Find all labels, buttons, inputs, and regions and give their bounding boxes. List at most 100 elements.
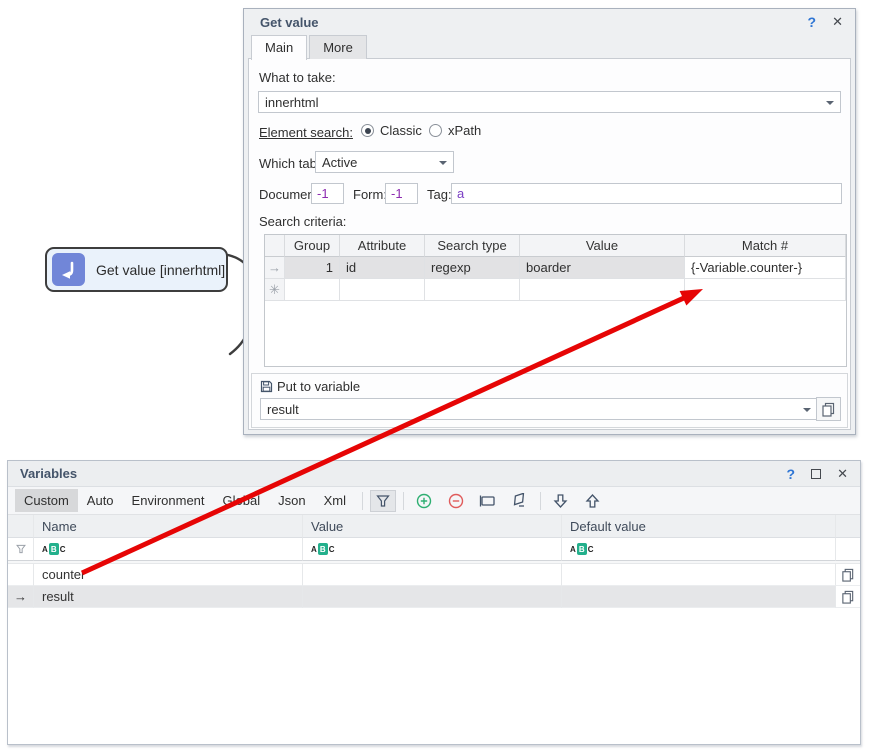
- form-input[interactable]: [385, 183, 418, 204]
- criteria-col-search-type[interactable]: Search type: [425, 235, 520, 257]
- chevron-down-icon: [439, 161, 447, 165]
- column-default-value[interactable]: Default value: [562, 515, 836, 538]
- copy-icon: [821, 402, 836, 417]
- rename-variable-button[interactable]: [475, 490, 501, 512]
- toolbar-separator: [540, 492, 541, 510]
- maximize-icon[interactable]: [811, 469, 821, 479]
- help-icon[interactable]: ?: [787, 466, 796, 482]
- what-to-take-dropdown[interactable]: innerhtml: [258, 91, 841, 113]
- copy-variable-button[interactable]: [816, 397, 841, 421]
- flow-node-get-value[interactable]: Get value [innerhtml]: [45, 247, 228, 292]
- name-filter-input[interactable]: ABC: [34, 538, 303, 561]
- variables-titlebar[interactable]: Variables ? ✕: [8, 461, 860, 487]
- tag-input[interactable]: [451, 183, 842, 204]
- radio-xpath-label: xPath: [448, 123, 481, 138]
- variable-default-cell[interactable]: [562, 564, 836, 586]
- close-icon[interactable]: ✕: [837, 466, 848, 482]
- arrow-up-icon: [585, 493, 600, 509]
- criteria-cell-attribute[interactable]: id: [340, 257, 425, 279]
- radio-classic-icon[interactable]: [361, 124, 374, 137]
- tab-environment[interactable]: Environment: [123, 489, 214, 512]
- variables-panel: Variables ? ✕ Custom Auto Environment Gl…: [7, 460, 861, 745]
- criteria-col-value[interactable]: Value: [520, 235, 685, 257]
- tab-global[interactable]: Global: [214, 489, 270, 512]
- new-row-asterisk-icon: ✳: [265, 279, 285, 301]
- toolbar-separator: [403, 492, 404, 510]
- tab-xml[interactable]: Xml: [315, 489, 355, 512]
- criteria-cell-value[interactable]: boarder: [520, 257, 685, 279]
- radio-classic[interactable]: Classic: [361, 123, 422, 138]
- criteria-selector-header: [265, 235, 285, 257]
- filter-row-icon: [8, 538, 34, 561]
- table-row[interactable]: → result: [8, 586, 860, 608]
- eraser-icon: [511, 493, 528, 508]
- arrow-down-icon: [553, 493, 568, 509]
- what-to-take-value: innerhtml: [265, 95, 318, 110]
- column-name[interactable]: Name: [34, 515, 303, 538]
- search-criteria-table[interactable]: Group Attribute Search type Value Match …: [264, 234, 847, 367]
- put-to-variable-label: Put to variable: [277, 379, 360, 394]
- selector-column-header: [8, 515, 34, 538]
- criteria-col-attribute[interactable]: Attribute: [340, 235, 425, 257]
- criteria-cell-value[interactable]: [520, 279, 685, 301]
- criteria-cell-match[interactable]: {-Variable.counter-}: [685, 257, 846, 279]
- document-input[interactable]: [311, 183, 344, 204]
- which-tab-dropdown[interactable]: Active: [315, 151, 454, 173]
- what-to-take-label: What to take:: [259, 70, 336, 85]
- abc-filter-icon: ABC: [311, 543, 335, 555]
- variable-name-cell[interactable]: result: [34, 586, 303, 608]
- delete-variable-button[interactable]: [443, 490, 469, 512]
- criteria-cell-search-type[interactable]: [425, 279, 520, 301]
- tab-main[interactable]: Main: [251, 35, 307, 60]
- which-tab-label: Which tab:: [259, 156, 320, 171]
- default-filter-input[interactable]: ABC: [562, 538, 836, 561]
- filter-button[interactable]: [370, 490, 396, 512]
- row-selector-arrow-icon: →: [8, 586, 34, 608]
- tab-json[interactable]: Json: [269, 489, 314, 512]
- move-up-button[interactable]: [580, 490, 606, 512]
- variable-value-cell[interactable]: [303, 586, 562, 608]
- which-tab-value: Active: [322, 155, 357, 170]
- value-filter-input[interactable]: ABC: [303, 538, 562, 561]
- flow-node-label: Get value [innerhtml]: [96, 262, 225, 278]
- tab-more[interactable]: More: [309, 35, 367, 59]
- rectangle-icon: [479, 494, 496, 508]
- search-criteria-label: Search criteria:: [259, 214, 346, 229]
- criteria-cell-attribute[interactable]: [340, 279, 425, 301]
- minus-circle-icon: [448, 493, 464, 509]
- radio-xpath-icon[interactable]: [429, 124, 442, 137]
- copy-row-button[interactable]: [836, 564, 860, 586]
- copy-row-button[interactable]: [836, 586, 860, 608]
- radio-xpath[interactable]: xPath: [429, 123, 481, 138]
- column-actions: [836, 515, 860, 538]
- put-to-variable-dropdown[interactable]: result: [260, 398, 818, 420]
- dialog-title: Get value: [256, 15, 319, 30]
- chevron-down-icon: [826, 101, 834, 105]
- chevron-down-icon: [803, 408, 811, 412]
- criteria-col-group[interactable]: Group: [285, 235, 340, 257]
- variable-default-cell[interactable]: [562, 586, 836, 608]
- variable-value-cell[interactable]: [303, 564, 562, 586]
- tab-custom[interactable]: Custom: [15, 489, 78, 512]
- table-row[interactable]: counter: [8, 564, 860, 586]
- clear-values-button[interactable]: [507, 490, 533, 512]
- column-value[interactable]: Value: [303, 515, 562, 538]
- move-down-button[interactable]: [548, 490, 574, 512]
- criteria-cell-group[interactable]: 1: [285, 257, 340, 279]
- criteria-cell-search-type[interactable]: regexp: [425, 257, 520, 279]
- row-selector-arrow-icon: →: [265, 257, 285, 279]
- criteria-col-match[interactable]: Match #: [685, 235, 846, 257]
- criteria-cell-match[interactable]: [685, 279, 846, 301]
- help-icon[interactable]: ?: [808, 14, 817, 30]
- close-icon[interactable]: ✕: [832, 14, 843, 30]
- row-selector: [8, 564, 34, 586]
- toolbar-separator: [362, 492, 363, 510]
- variables-toolbar: Custom Auto Environment Global Json Xml: [8, 487, 860, 515]
- tab-auto[interactable]: Auto: [78, 489, 123, 512]
- add-variable-button[interactable]: [411, 490, 437, 512]
- variable-name-cell[interactable]: counter: [34, 564, 303, 586]
- dialog-tab-strip: Main More: [248, 35, 851, 59]
- element-search-label[interactable]: Element search:: [259, 125, 353, 140]
- dialog-titlebar[interactable]: Get value ? ✕: [248, 9, 851, 35]
- criteria-cell-group[interactable]: [285, 279, 340, 301]
